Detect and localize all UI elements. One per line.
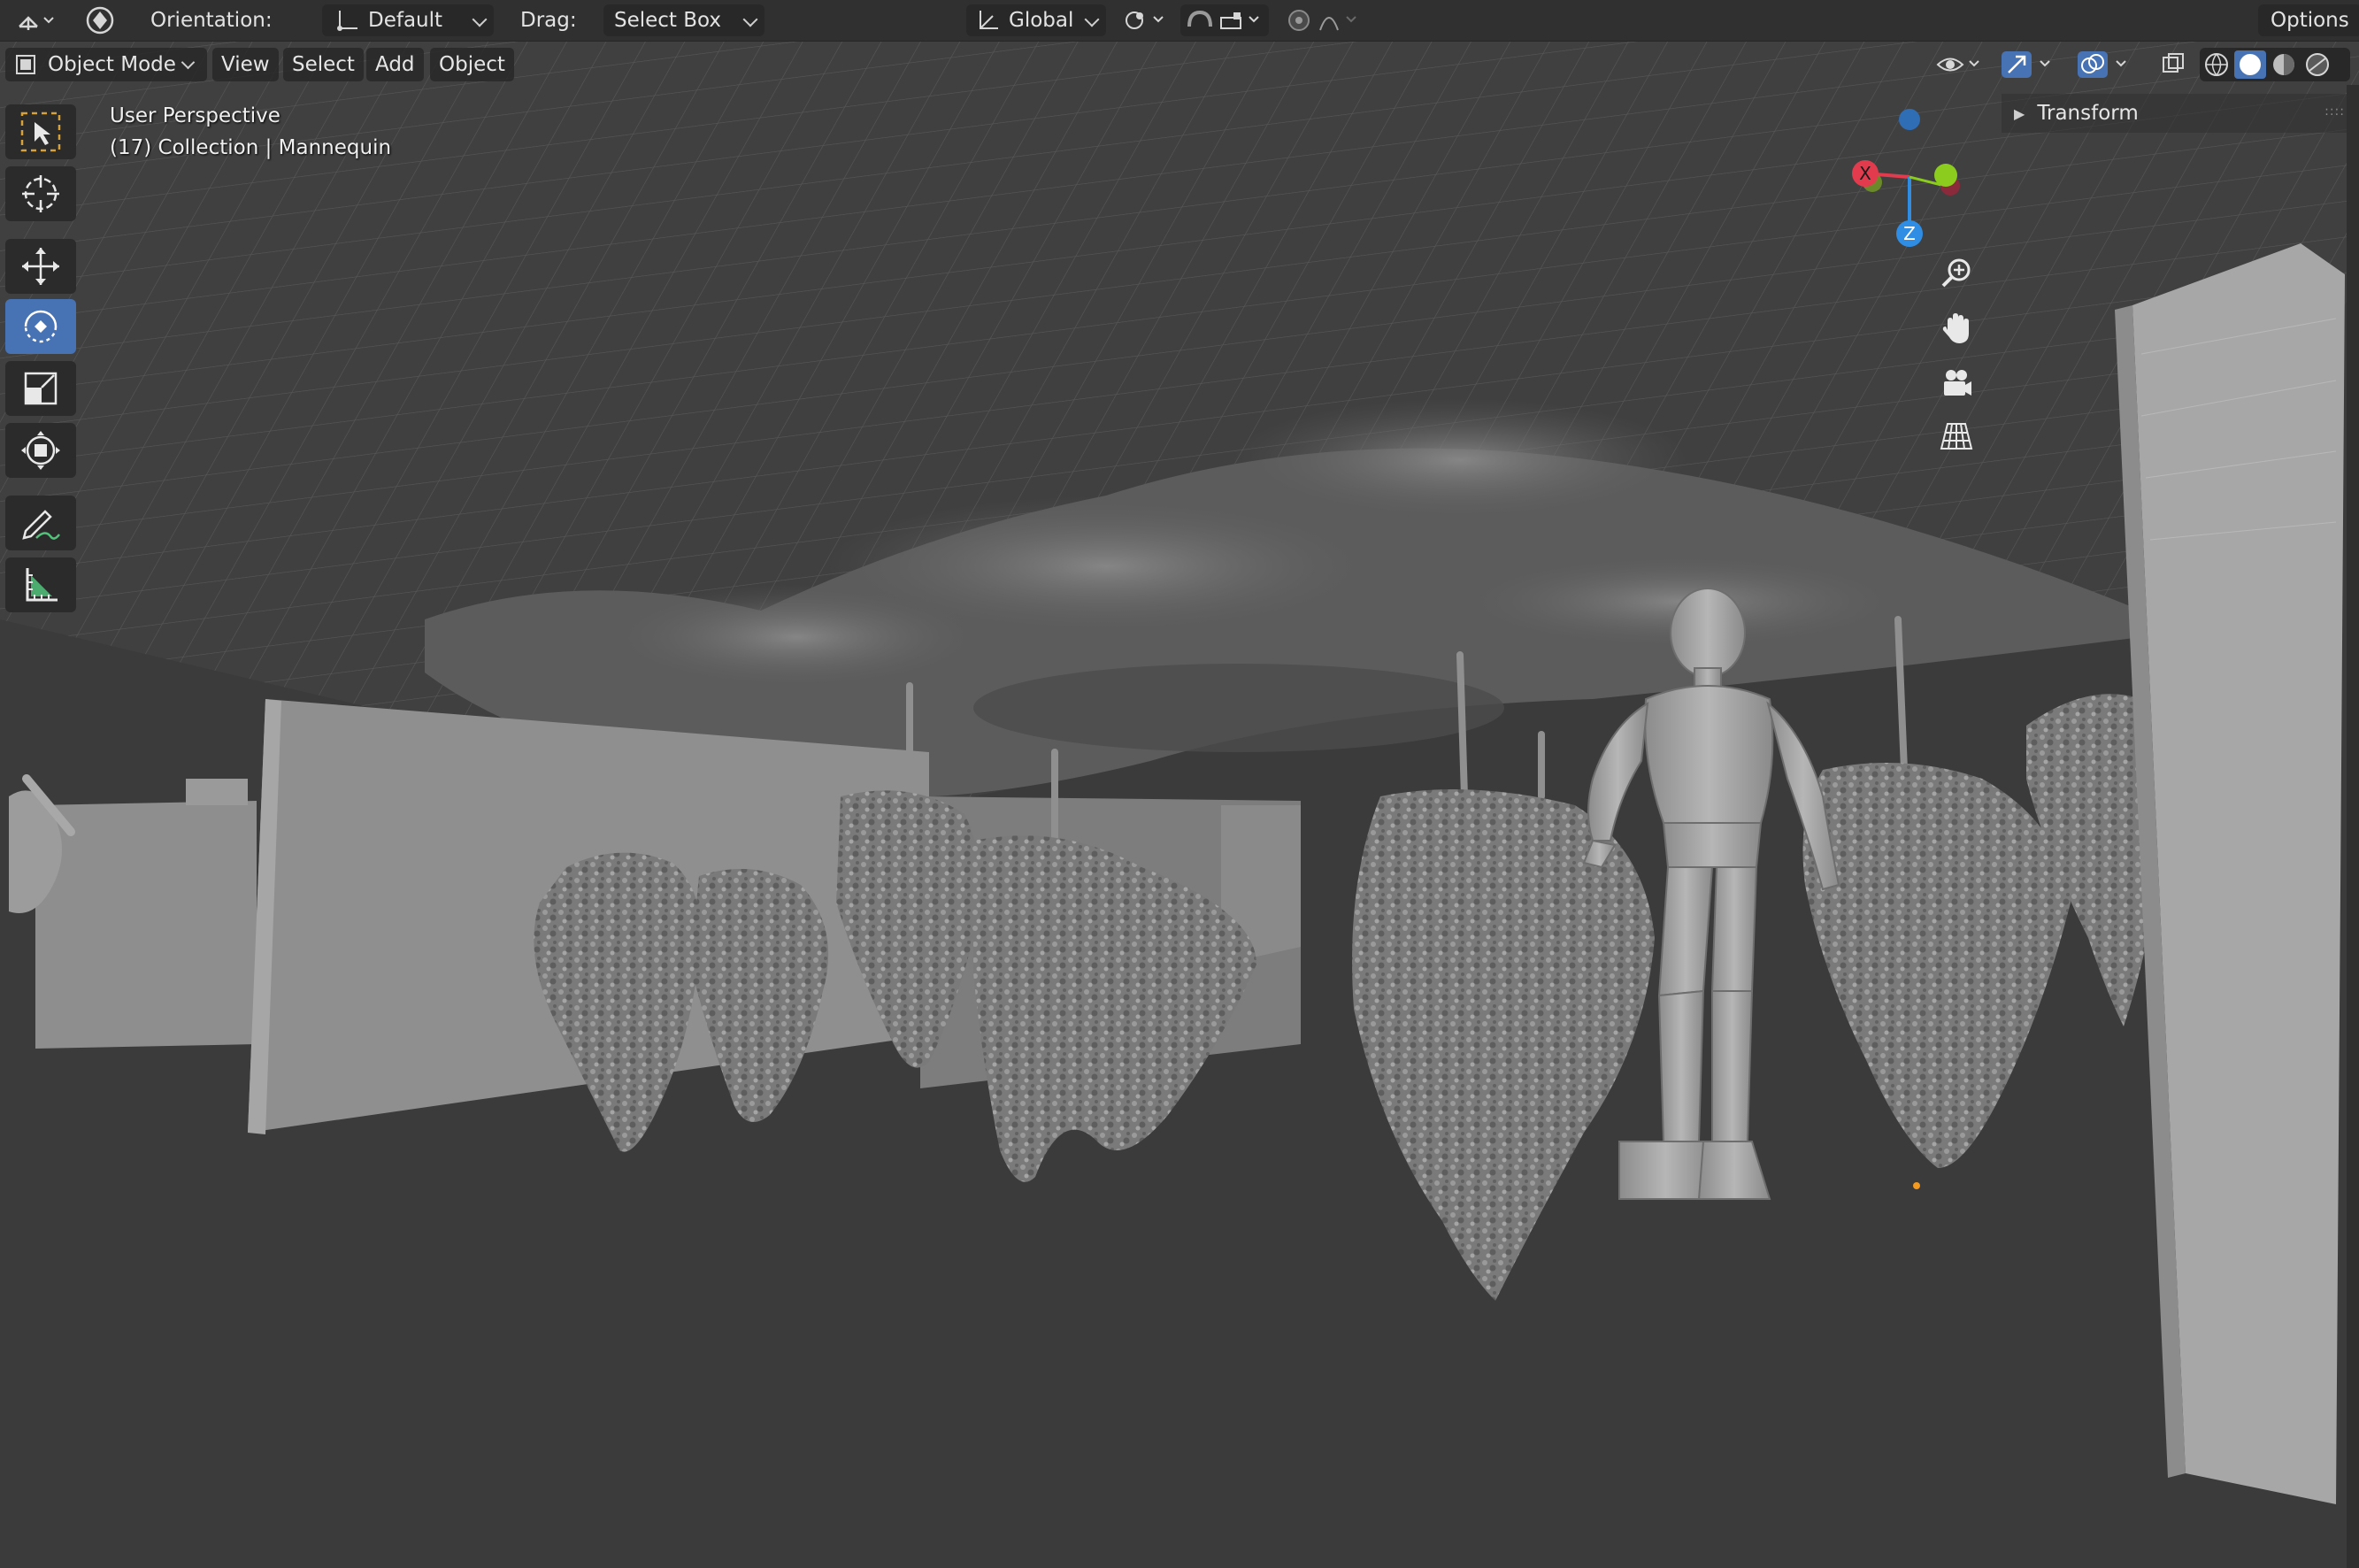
menu-add[interactable]: Add [366,48,424,81]
camera-icon [1944,370,1971,396]
editor-type-button[interactable] [9,4,62,36]
pivot-point-dropdown[interactable] [1120,4,1173,36]
menu-object[interactable]: Object [430,48,514,81]
overlays-toggle[interactable] [2076,48,2134,81]
visibility-dropdown[interactable] [1934,48,1987,81]
rendered-shading-icon[interactable] [2301,50,2334,80]
gizmo-toggle[interactable] [2000,48,2058,81]
mode-label: Object Mode [48,53,176,76]
drag-value: Select Box [614,9,722,32]
cursor-tool[interactable] [5,166,76,221]
measure-tool[interactable] [5,557,76,612]
y-axis-handle[interactable] [1934,164,1957,187]
menu-view[interactable]: View [212,48,279,81]
transform-panel-title: Transform [2037,102,2139,125]
view-name-label: User Perspective [110,104,280,127]
snapping-toggle[interactable] [1180,4,1269,36]
pencil-icon [22,510,60,540]
zoom-button[interactable] [1933,250,1980,297]
options-button[interactable]: Options [2258,4,2359,36]
viewport-scene [0,0,2359,1568]
shading-mode-group [2200,48,2350,81]
transform-tool[interactable] [5,423,76,478]
rotate-tool[interactable] [5,299,76,354]
orientation-label: Orientation: [150,9,273,32]
drag-dropdown[interactable]: Select Box [603,4,765,36]
zoom-magnifier-icon [1941,258,1971,288]
transform-pivot-icon[interactable] [78,4,122,36]
orientation-value: Default [368,9,443,32]
xray-icon [2163,53,2184,73]
crosshair-icon [22,175,59,212]
scale-tool[interactable] [5,361,76,416]
chevron-down-icon [181,55,196,70]
eye-icon [1936,58,1979,72]
sidebar-edge [2347,85,2359,1568]
annotate-tool[interactable] [5,496,76,550]
viewport-editor-icon [19,16,54,30]
transform-panel-header[interactable]: ▶ Transform :::: [2002,94,2359,133]
header-bar: Orientation: Default Drag: Select Box Gl… [0,0,2359,42]
transform-orientation-dropdown[interactable]: Global [966,4,1106,36]
scale-icon [24,372,58,405]
camera-view-button[interactable] [1933,359,1980,407]
material-shading-icon[interactable] [2267,50,2301,80]
transform-icon [21,431,60,470]
options-label: Options [2271,9,2349,32]
3d-viewport[interactable] [0,0,2359,1568]
global-axis-icon [980,11,998,29]
select-box-tool[interactable] [5,104,76,159]
proportional-editing-toggle[interactable] [1278,4,1366,36]
chevron-down-icon [1084,12,1100,27]
overlay-circles-icon [2078,51,2126,78]
ruler-icon [26,568,58,602]
drag-handle-icon[interactable]: :::: [2324,104,2345,119]
mode-dropdown[interactable]: Object Mode [5,48,207,81]
chevron-down-icon [472,12,488,27]
select-cursor-icon [20,111,61,152]
navigation-gizmo[interactable]: X Z [1840,97,1973,257]
wireframe-shading-icon[interactable] [2200,50,2233,80]
chevron-down-icon [742,12,758,27]
gizmo-transform-icon [86,6,114,35]
neg-z-axis-handle[interactable] [1899,109,1920,130]
perspective-toggle-button[interactable] [1933,412,1980,460]
gizmo-arrow-icon [2002,51,2050,78]
proportional-edit-icon [1288,10,1356,31]
axis-icon [337,11,357,31]
z-axis-label: Z [1903,223,1916,244]
pan-button[interactable] [1933,304,1980,352]
drag-label: Drag: [520,9,577,32]
xray-toggle[interactable] [2159,48,2191,81]
x-axis-label: X [1859,163,1871,184]
menu-select[interactable]: Select [283,48,364,81]
disclosure-triangle-icon: ▶ [2014,104,2025,122]
rotate-icon [24,310,58,343]
orientation-dropdown[interactable]: Default [322,4,494,36]
move-tool[interactable] [5,239,76,294]
collection-info-label: (17) Collection | Mannequin [110,136,392,159]
hand-icon [1942,313,1969,343]
magnet-snap-icon [1187,10,1259,29]
solid-shading-icon[interactable] [2233,50,2267,80]
move-arrows-icon [22,248,59,285]
perspective-grid-icon [1940,423,1973,450]
transform-orientation-value: Global [1009,9,1074,32]
object-mode-icon [16,55,35,74]
pivot-point-icon [1126,12,1164,29]
